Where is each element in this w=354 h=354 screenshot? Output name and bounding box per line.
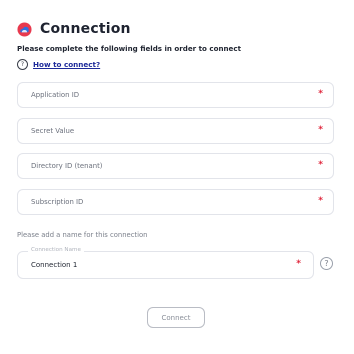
connection-name-label: Connection Name [28, 247, 84, 253]
secret-value-placeholder: Secret Value [31, 127, 75, 135]
question-circle-icon: ? [17, 59, 28, 70]
how-to-connect-link[interactable]: How to connect? [33, 60, 100, 69]
connect-button[interactable]: Connect [147, 307, 205, 328]
directory-id-field[interactable]: Directory ID (tenant) * [17, 153, 334, 179]
application-id-field[interactable]: Application ID * [17, 82, 334, 108]
secret-value-field[interactable]: Secret Value * [17, 118, 334, 144]
header: Connection [17, 21, 131, 37]
application-id-placeholder: Application ID [31, 91, 80, 99]
required-asterisk: * [318, 196, 323, 206]
form-instructions: Please complete the following fields in … [17, 44, 241, 53]
help-link-row[interactable]: ? How to connect? [17, 59, 100, 70]
subscription-id-field[interactable]: Subscription ID * [17, 189, 334, 215]
directory-id-placeholder: Directory ID (tenant) [31, 162, 103, 170]
required-asterisk: * [318, 125, 323, 135]
required-asterisk: * [296, 259, 301, 269]
connection-name-help-icon[interactable]: ? [320, 257, 333, 270]
required-asterisk: * [318, 89, 323, 99]
connection-name-value[interactable]: Connection 1 [31, 261, 77, 269]
required-asterisk: * [318, 160, 323, 170]
subscription-id-placeholder: Subscription ID [31, 198, 84, 206]
page-title: Connection [40, 21, 131, 37]
connection-name-prompt: Please add a name for this connection [17, 231, 148, 239]
azure-cloud-icon [17, 21, 32, 37]
connection-name-field[interactable]: Connection Name Connection 1 * [17, 247, 314, 279]
